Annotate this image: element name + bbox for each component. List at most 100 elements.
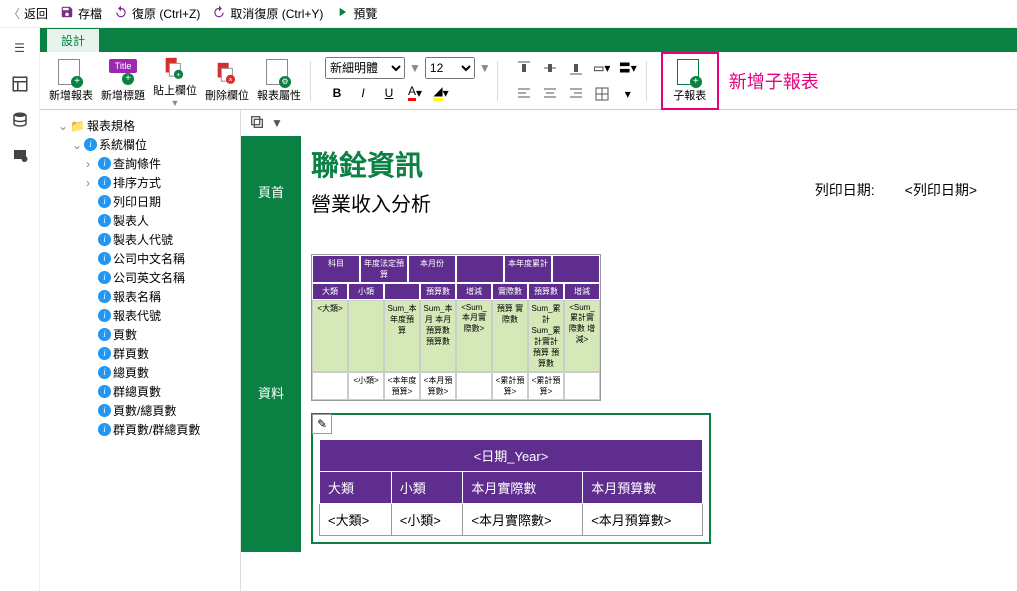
- copy-icon[interactable]: [249, 114, 265, 133]
- cell: 預算數: [528, 283, 564, 300]
- font-dropdown-icon[interactable]: ▼: [409, 61, 421, 75]
- report-props-label: 報表屬性: [257, 87, 301, 103]
- print-date-label[interactable]: 列印日期:: [815, 180, 875, 200]
- svg-text:+: +: [176, 70, 180, 79]
- valign-top-button[interactable]: [512, 56, 536, 80]
- tree-item[interactable]: i群總頁數: [86, 382, 236, 401]
- tree-item[interactable]: i列印日期: [86, 192, 236, 211]
- collapse-icon[interactable]: ⌄: [72, 138, 82, 152]
- fill-color-button[interactable]: ◢▾: [429, 81, 453, 105]
- align-left-button[interactable]: [512, 82, 536, 106]
- redo-button[interactable]: 取消復原 (Ctrl+Y): [212, 5, 323, 22]
- tree-item[interactable]: i製表人: [86, 211, 236, 230]
- print-date-value[interactable]: <列印日期>: [905, 180, 977, 200]
- tree-item[interactable]: i頁數/總頁數: [86, 401, 236, 420]
- col-header: 本月預算數: [583, 472, 703, 504]
- expand-icon[interactable]: ›: [86, 176, 96, 190]
- layout-icon[interactable]: [8, 72, 32, 96]
- cell: Sum_累計 Sum_累計實計預算 預算數: [528, 300, 564, 372]
- paste-field-button[interactable]: + 貼上欄位 ▼: [150, 56, 200, 106]
- cell: <本月實際數>: [463, 504, 583, 536]
- cell: 預算數: [420, 283, 456, 300]
- redo-label: 取消復原 (Ctrl+Y): [230, 5, 323, 22]
- tree-item[interactable]: i頁數: [86, 325, 236, 344]
- tree-item[interactable]: ›i排序方式: [86, 173, 236, 192]
- dropdown-caret-icon: ▼: [171, 98, 180, 108]
- cell: <Sum_累計實際數 增減>: [564, 300, 600, 372]
- grid-button[interactable]: [590, 82, 614, 106]
- align-right-button[interactable]: [564, 82, 588, 106]
- border-button[interactable]: ▭▾: [590, 56, 614, 80]
- tree-root[interactable]: ⌄📁報表規格: [58, 116, 236, 135]
- cell: [456, 372, 492, 400]
- line-style-button[interactable]: 〓▾: [616, 56, 640, 80]
- info-icon: i: [98, 328, 111, 341]
- section-header-label[interactable]: 頁首: [241, 136, 301, 246]
- col-header: 大類: [320, 472, 392, 504]
- size-dropdown-icon[interactable]: ▼: [479, 61, 491, 75]
- underline-button[interactable]: U: [377, 81, 401, 105]
- cell: [312, 372, 348, 400]
- collapse-icon[interactable]: ⌄: [58, 119, 68, 133]
- preview-button[interactable]: 預覽: [335, 5, 377, 22]
- play-icon: [335, 5, 349, 22]
- info-icon: i: [98, 214, 111, 227]
- menu-icon[interactable]: ☰: [8, 36, 32, 60]
- report-title[interactable]: 聯銓資訊: [311, 144, 1007, 184]
- tree-item[interactable]: i報表名稱: [86, 287, 236, 306]
- data-section[interactable]: ✎ <日期_Year> 大類小類本月實際數本月預算數 <大類><小類><本月實際…: [311, 413, 711, 544]
- align-center-button[interactable]: [538, 82, 562, 106]
- cell: [384, 283, 420, 300]
- font-name-select[interactable]: 新細明體: [325, 57, 405, 79]
- cell: [552, 255, 600, 283]
- undo-icon: [114, 5, 128, 22]
- cell: <大類>: [320, 504, 392, 536]
- field-tree: ⌄📁報表規格 ⌄i系統欄位 ›i查詢條件›i排序方式i列印日期i製表人i製表人代…: [40, 110, 240, 591]
- new-title-button[interactable]: Title+ 新增標題: [98, 56, 148, 106]
- info-icon: i: [98, 423, 111, 436]
- tree-item[interactable]: i公司中文名稱: [86, 249, 236, 268]
- tree-item[interactable]: i群頁數/群總頁數: [86, 420, 236, 439]
- preview-label: 預覽: [353, 5, 377, 22]
- tree-item[interactable]: ›i查詢條件: [86, 154, 236, 173]
- tree-item[interactable]: i報表代號: [86, 306, 236, 325]
- section-data-label[interactable]: 資料: [241, 252, 301, 532]
- more-dropdown-icon[interactable]: ▾: [616, 82, 640, 106]
- undo-button[interactable]: 復原 (Ctrl+Z): [114, 5, 200, 22]
- font-color-button[interactable]: A▾: [403, 81, 427, 105]
- info-icon: i: [98, 385, 111, 398]
- settings-icon[interactable]: [8, 144, 32, 168]
- report-props-button[interactable]: 報表屬性: [254, 56, 304, 106]
- expand-icon[interactable]: ›: [86, 157, 96, 171]
- cell: 預算 實際數: [492, 300, 528, 372]
- cell: 增減: [456, 283, 492, 300]
- save-button[interactable]: 存檔: [60, 5, 102, 22]
- back-button[interactable]: 〈 返回: [8, 5, 48, 22]
- tree-item[interactable]: i群頁數: [86, 344, 236, 363]
- italic-button[interactable]: I: [351, 81, 375, 105]
- new-report-button[interactable]: 新增報表: [46, 56, 96, 106]
- cell: <小類>: [348, 372, 384, 400]
- tree-item[interactable]: i公司英文名稱: [86, 268, 236, 287]
- sub-report-button[interactable]: 子報表: [665, 56, 715, 106]
- canvas-dropdown-icon[interactable]: ▼: [271, 116, 283, 130]
- cell: Sum_本月 本月 預算數 預算數: [420, 300, 456, 372]
- cell: <累計預算>: [528, 372, 564, 400]
- bold-button[interactable]: B: [325, 81, 349, 105]
- cell: 年度法定預算: [360, 255, 408, 283]
- ribbon-toolbar: 新增報表 Title+ 新增標題 + 貼上欄位 ▼ × 刪除欄位 報表屬性: [40, 52, 1017, 110]
- tree-item[interactable]: i製表人代號: [86, 230, 236, 249]
- tree-item[interactable]: i總頁數: [86, 363, 236, 382]
- edit-icon[interactable]: ✎: [312, 414, 332, 434]
- cell: <本月預算數>: [583, 504, 703, 536]
- tab-design[interactable]: 設計: [46, 28, 100, 52]
- cell: 本年度累計: [504, 255, 552, 283]
- data-table[interactable]: <日期_Year> 大類小類本月實際數本月預算數 <大類><小類><本月實際數>…: [319, 439, 703, 536]
- valign-bottom-button[interactable]: [564, 56, 588, 80]
- database-icon[interactable]: [8, 108, 32, 132]
- delete-field-button[interactable]: × 刪除欄位: [202, 56, 252, 106]
- valign-middle-button[interactable]: [538, 56, 562, 80]
- thumbnail-table[interactable]: 科目年度法定預算本月份本年度累計 大類小類預算數增減實際數預算數增減 <大類>S…: [311, 254, 601, 401]
- font-size-select[interactable]: 12: [425, 57, 475, 79]
- tree-sysfields[interactable]: ⌄i系統欄位: [72, 135, 236, 154]
